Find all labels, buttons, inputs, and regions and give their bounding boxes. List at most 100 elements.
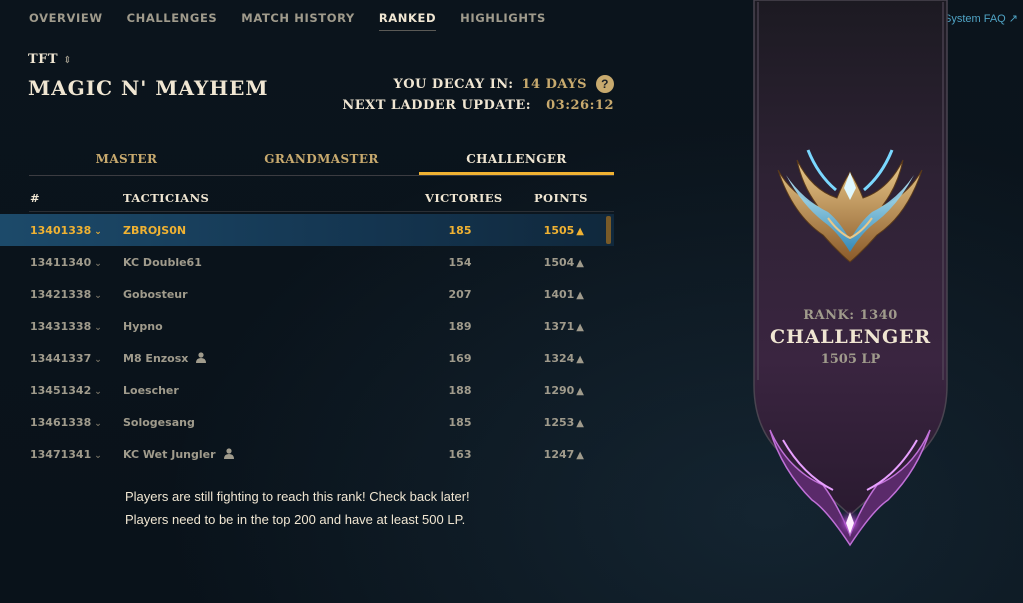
triangle-up-icon: ▲	[576, 418, 584, 429]
tactician-name[interactable]: ZBROJS0N	[123, 224, 186, 237]
decay-info: YOU DECAY IN: 14 DAYS ?	[393, 74, 614, 94]
row-rank-value: 13411340	[30, 256, 92, 269]
table-header: # TACTICIANS VICTORIES POINTS	[29, 190, 614, 212]
tactician-name[interactable]: KC Double61	[123, 256, 202, 269]
row-rank: 13451342 ⌄	[30, 384, 102, 397]
row-tactician: Loescher	[123, 384, 179, 397]
ladder-table: 13401338 ⌄ ZBROJS0N 185 1505 ▲ 13411340 ⌄ KC Dou…	[0, 214, 614, 470]
row-tactician: Hypno	[123, 320, 163, 333]
tab-challenger[interactable]: CHALLENGER	[419, 146, 614, 175]
tactician-name[interactable]: KC Wet Jungler	[123, 448, 216, 461]
triangle-up-icon: ▲	[576, 290, 584, 301]
triangle-up-icon: ▲	[576, 386, 584, 397]
row-rank-value: 13401338	[30, 224, 92, 237]
friend-icon	[196, 352, 207, 366]
table-row[interactable]: 13461338 ⌄ Sologesang 185 1253 ▲	[0, 406, 614, 438]
rank-banner	[753, 0, 948, 547]
row-tactician: Gobosteur	[123, 288, 188, 301]
row-points: 1505 ▲	[520, 224, 584, 237]
friend-icon	[223, 448, 234, 462]
triangle-up-icon: ▲	[576, 226, 584, 237]
triangle-up-icon: ▲	[576, 450, 584, 461]
set-title: MAGIC N' MAYHEM	[28, 76, 269, 100]
row-points: 1371 ▲	[520, 320, 584, 333]
ladder-note: Players are still fighting to reach this…	[125, 485, 525, 531]
chevron-down-icon[interactable]: ⌄	[94, 323, 102, 333]
table-row[interactable]: 13451342 ⌄ Loescher 188 1290 ▲	[0, 374, 614, 406]
nav-overview[interactable]: OVERVIEW	[29, 9, 103, 31]
tab-grandmaster[interactable]: GRANDMASTER	[224, 146, 419, 175]
triangle-up-icon: ▲	[576, 322, 584, 333]
rank-tier: CHALLENGER	[770, 326, 931, 348]
rank-lp: 1505 LP	[820, 352, 881, 367]
chevron-down-icon[interactable]: ⌄	[94, 451, 102, 461]
tactician-name[interactable]: Loescher	[123, 384, 179, 397]
table-row[interactable]: 13411340 ⌄ KC Double61 154 1504 ▲	[0, 246, 614, 278]
tab-master[interactable]: MASTER	[29, 146, 224, 175]
table-row[interactable]: 13421338 ⌄ Gobosteur 207 1401 ▲	[0, 278, 614, 310]
points-value: 1371	[543, 320, 575, 333]
nav-challenges[interactable]: CHALLENGES	[127, 9, 218, 31]
points-value: 1504	[543, 256, 575, 269]
points-value: 1401	[543, 288, 575, 301]
tactician-name[interactable]: M8 Enzosx	[123, 352, 188, 365]
triangle-up-icon: ▲	[576, 354, 584, 365]
row-tactician: Sologesang	[123, 416, 195, 429]
row-points: 1504 ▲	[520, 256, 584, 269]
row-rank: 13431338 ⌄	[30, 320, 102, 333]
tactician-name[interactable]: Sologesang	[123, 416, 195, 429]
row-rank-value: 13441337	[30, 352, 92, 365]
note-line-1: Players are still fighting to reach this…	[125, 489, 470, 504]
table-row[interactable]: 13431338 ⌄ Hypno 189 1371 ▲	[0, 310, 614, 342]
row-tactician: ZBROJS0N	[123, 224, 186, 237]
points-value: 1253	[543, 416, 575, 429]
note-line-2: Players need to be in the top 200 and ha…	[125, 512, 466, 527]
row-tactician: M8 Enzosx	[123, 352, 207, 366]
points-value: 1505	[543, 224, 575, 237]
row-victories: 188	[448, 384, 472, 397]
ladder-update-label: NEXT LADDER UPDATE:	[342, 98, 532, 113]
header-victories[interactable]: VICTORIES	[425, 191, 503, 205]
chevron-down-icon[interactable]: ⌄	[94, 355, 102, 365]
table-row[interactable]: 13471341 ⌄ KC Wet Jungler 163 1247 ▲	[0, 438, 614, 470]
nav-ranked[interactable]: RANKED	[378, 9, 437, 31]
top-nav: OVERVIEW CHALLENGES MATCH HISTORY RANKED…	[29, 9, 570, 31]
nav-highlights[interactable]: HIGHLIGHTS	[460, 9, 546, 31]
row-points: 1401 ▲	[520, 288, 584, 301]
decay-label: YOU DECAY IN:	[393, 76, 514, 92]
row-points: 1253 ▲	[520, 416, 584, 429]
chevron-down-icon[interactable]: ⌄	[94, 387, 102, 397]
tactician-name[interactable]: Hypno	[123, 320, 163, 333]
header-rank: #	[30, 191, 41, 205]
row-victories: 154	[448, 256, 472, 269]
row-points: 1247 ▲	[520, 448, 584, 461]
table-row[interactable]: 13441337 ⌄ M8 Enzosx 169 1324 ▲	[0, 342, 614, 374]
queue-selector[interactable]: TFT ⇕	[28, 52, 72, 67]
row-rank-value: 13451342	[30, 384, 92, 397]
triangle-up-icon: ▲	[576, 258, 584, 269]
row-victories: 185	[448, 416, 472, 429]
chevron-down-icon[interactable]: ⌄	[94, 259, 102, 269]
tactician-name[interactable]: Gobosteur	[123, 288, 188, 301]
row-points: 1290 ▲	[520, 384, 584, 397]
row-rank-value: 13431338	[30, 320, 92, 333]
scrollbar[interactable]	[606, 216, 611, 244]
rank-number: RANK: 1340	[803, 308, 898, 323]
row-rank: 13421338 ⌄	[30, 288, 102, 301]
chevron-down-icon[interactable]: ⌄	[94, 291, 102, 301]
row-victories: 185	[448, 224, 472, 237]
points-value: 1247	[543, 448, 575, 461]
table-row[interactable]: 13401338 ⌄ ZBROJS0N 185 1505 ▲	[0, 214, 614, 246]
chevron-down-icon[interactable]: ⌄	[94, 419, 102, 429]
header-points[interactable]: POINTS	[534, 191, 588, 205]
row-rank-value: 13461338	[30, 416, 92, 429]
tier-tabs: MASTER GRANDMASTER CHALLENGER	[29, 146, 614, 176]
row-rank: 13461338 ⌄	[30, 416, 102, 429]
chevron-down-icon[interactable]: ⌄	[94, 227, 102, 237]
ladder-update: NEXT LADDER UPDATE: 03:26:12	[342, 98, 614, 113]
row-tactician: KC Double61	[123, 256, 202, 269]
help-icon[interactable]: ?	[596, 75, 614, 93]
row-victories: 207	[448, 288, 472, 301]
row-rank-value: 13421338	[30, 288, 92, 301]
nav-match-history[interactable]: MATCH HISTORY	[241, 9, 355, 31]
